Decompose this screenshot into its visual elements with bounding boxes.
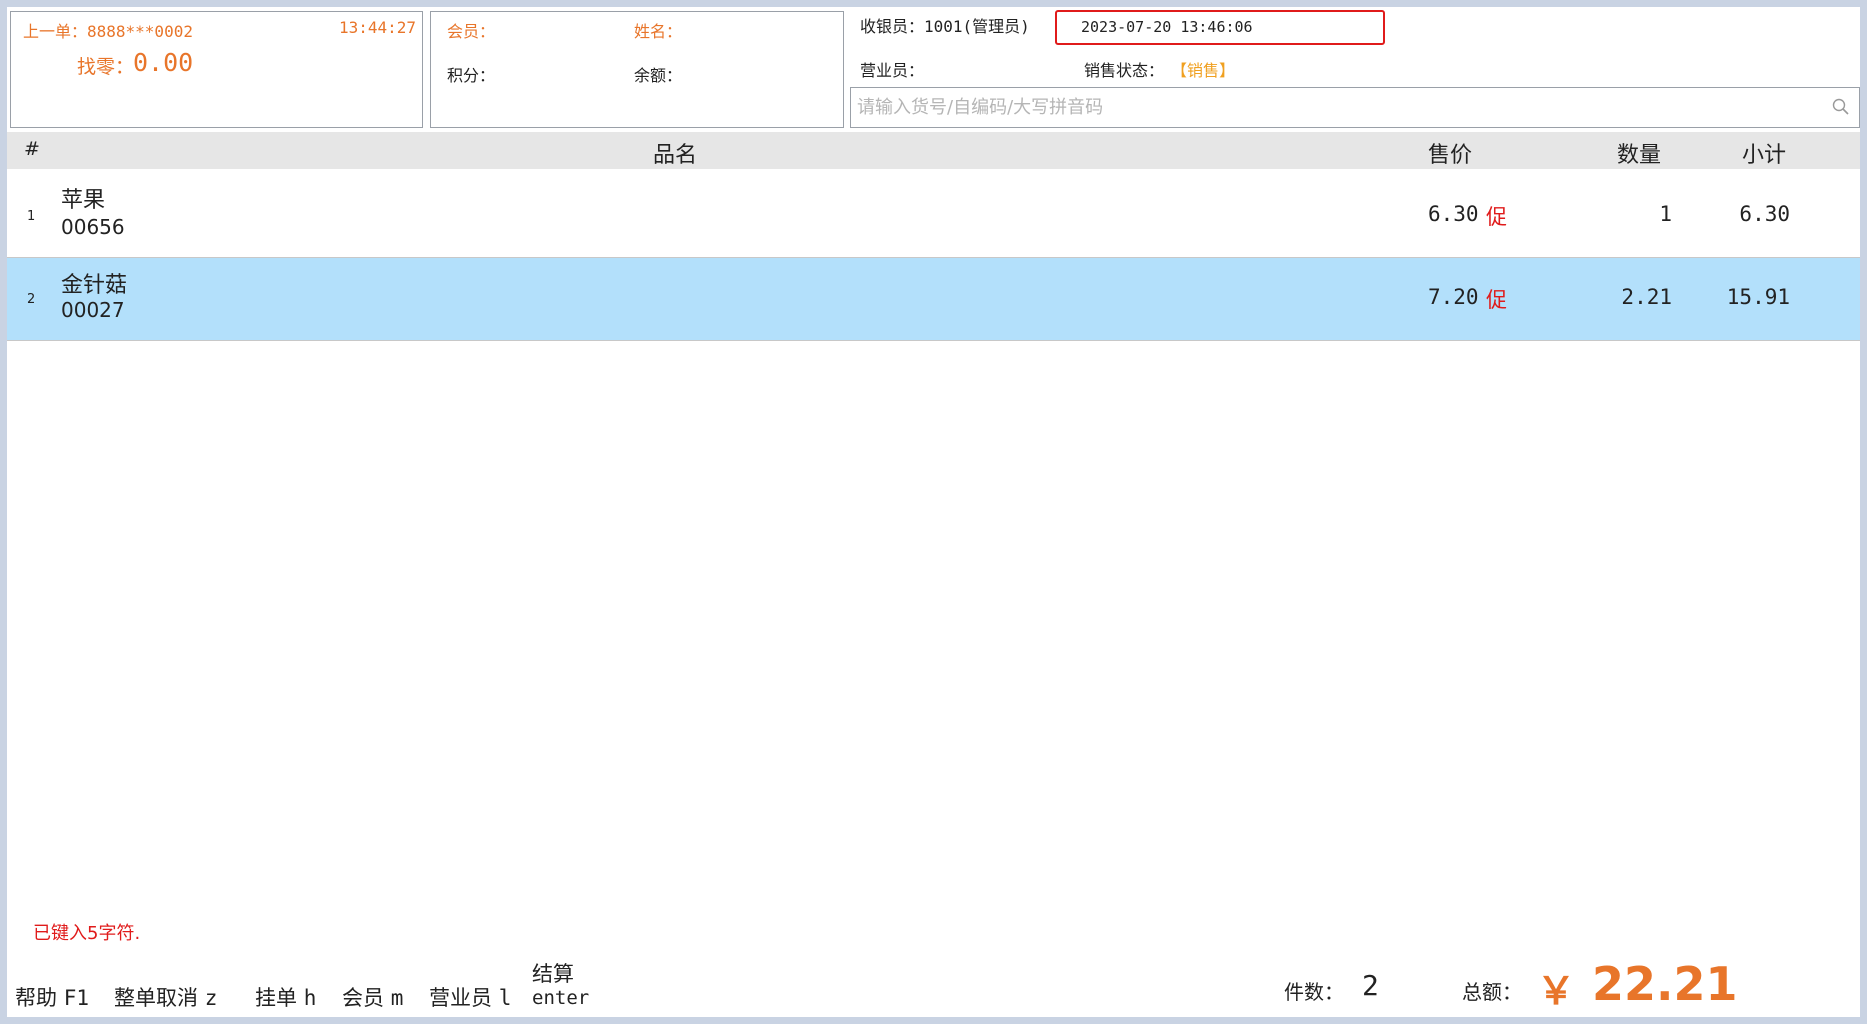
table-header: # 品名 售价 数量 小计 [7, 132, 1860, 169]
shortcut-label: 结算 [532, 962, 574, 986]
item-count-label: 件数： [1284, 980, 1344, 1004]
table-row[interactable]: 1 苹果 00656 6.30 促 1 6.30 [7, 175, 1860, 258]
subtotal-value: 15.91 [1726, 285, 1790, 309]
currency-symbol: ￥ [1537, 969, 1576, 1013]
product-name: 苹果 [61, 188, 106, 213]
cashier-label: 收银员：1001(管理员) [860, 17, 1030, 36]
shortcut-member[interactable]: 会员 m [342, 982, 403, 1012]
member-panel: 会员： 姓名： 积分： 余额： [430, 11, 844, 128]
last-order-time: 13:44:27 [338, 18, 416, 37]
header-price: 售价 [1428, 143, 1473, 168]
shortcut-help[interactable]: 帮助 F1 [15, 982, 89, 1012]
table-row[interactable]: 2 金针菇 00027 7.20 促 2.21 15.91 [7, 258, 1860, 341]
qty-value: 2.21 [1621, 285, 1672, 309]
member-label: 会员： [447, 22, 496, 41]
price-value: 6.30 [1428, 202, 1479, 226]
shortcut-checkout[interactable]: 结算 enter [532, 962, 589, 1010]
qty-value: 1 [1659, 202, 1672, 226]
shortcut-label: 会员 [342, 986, 384, 1010]
balance-label: 余额： [634, 66, 683, 85]
shortcut-label: 营业员 [429, 986, 492, 1010]
item-count-value: 2 [1362, 969, 1379, 1002]
header-index: # [24, 138, 40, 160]
total-value: 22.21 [1592, 957, 1738, 1011]
shortcut-key: h [303, 986, 317, 1010]
sale-status-value: 【销售】 [1171, 61, 1236, 80]
product-name: 金针菇 [61, 273, 128, 298]
product-code: 00027 [61, 298, 125, 322]
datetime-display: 2023-07-20 13:46:06 [1081, 18, 1253, 36]
shortcut-key: l [498, 986, 512, 1010]
row-index: 1 [27, 209, 36, 224]
shortcut-cancel-order[interactable]: 整单取消 z [114, 982, 217, 1012]
datetime-box: 2023-07-20 13:46:06 [1055, 10, 1385, 45]
header-subtotal: 小计 [1742, 143, 1787, 168]
header-name: 品名 [653, 143, 698, 168]
shortcut-label: 帮助 [15, 986, 57, 1010]
shortcut-key: F1 [63, 986, 89, 1010]
promo-badge: 促 [1486, 205, 1507, 229]
search-input[interactable] [855, 88, 1819, 127]
last-order-panel: 上一单：8888***0002 13:44:27 找零： 0.00 [10, 11, 423, 128]
points-label: 积分： [447, 66, 496, 85]
last-order-label: 上一单：8888***0002 [23, 22, 193, 41]
search-icon[interactable] [1831, 97, 1851, 117]
shortcut-salesperson[interactable]: 营业员 l [429, 982, 511, 1012]
shortcut-hold-order[interactable]: 挂单 h [255, 982, 316, 1012]
total-label: 总额： [1462, 980, 1522, 1004]
shortcut-key: z [204, 986, 218, 1010]
header-qty: 数量 [1617, 143, 1662, 168]
salesperson-label: 营业员： [860, 61, 925, 80]
product-code: 00656 [61, 215, 125, 239]
change-label: 找零： [77, 56, 135, 78]
price-value: 7.20 [1428, 285, 1479, 309]
sale-status-label: 销售状态： [1084, 61, 1165, 80]
subtotal-value: 6.30 [1739, 202, 1790, 226]
shortcut-key: m [390, 986, 404, 1010]
pos-window: 上一单：8888***0002 13:44:27 找零： 0.00 会员： 姓名… [7, 7, 1860, 1017]
row-index: 2 [27, 292, 36, 307]
promo-badge: 促 [1486, 288, 1507, 312]
change-value: 0.00 [133, 48, 194, 77]
shortcut-label: 整单取消 [114, 986, 198, 1010]
status-message: 已键入5字符. [33, 923, 141, 944]
shortcut-key: enter [532, 987, 590, 1009]
search-box [850, 87, 1860, 128]
name-label: 姓名： [634, 22, 683, 41]
shortcut-label: 挂单 [255, 986, 297, 1010]
